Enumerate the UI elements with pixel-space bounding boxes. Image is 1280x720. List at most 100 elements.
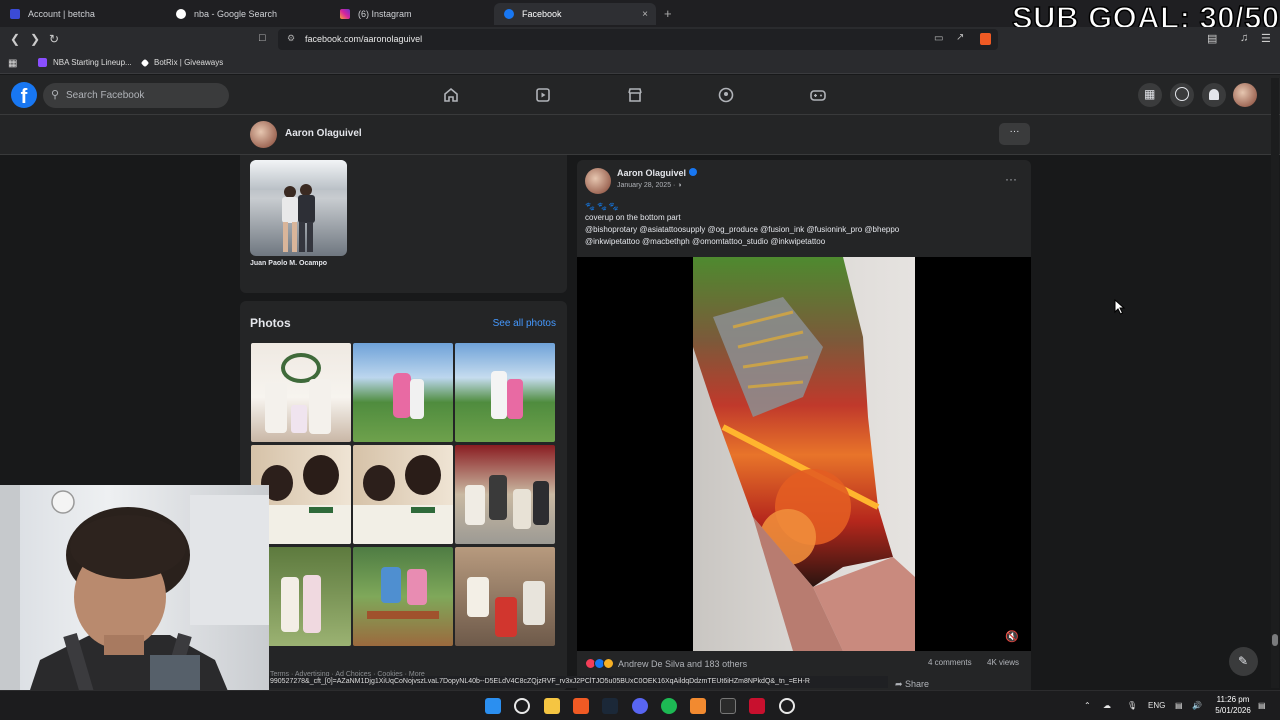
- bookmark-label: NBA Starting Lineup...: [53, 58, 132, 67]
- photo-thumbnail[interactable]: [455, 547, 555, 646]
- share-icon: ➦: [895, 679, 906, 689]
- see-all-photos-link[interactable]: See all photos: [493, 318, 556, 329]
- bookmark-favicon-icon: [38, 58, 47, 67]
- reload-icon[interactable]: ↻: [49, 32, 59, 46]
- photo-thumbnail[interactable]: [353, 547, 453, 646]
- cast-icon[interactable]: ▭: [934, 33, 943, 44]
- site-info-icon[interactable]: ⚙: [287, 33, 295, 44]
- home-icon[interactable]: [442, 86, 460, 104]
- steam-icon[interactable]: [602, 698, 618, 714]
- bookmark-label: BotRix | Giveaways: [154, 58, 224, 67]
- facebook-logo-icon[interactable]: f: [11, 82, 37, 108]
- share-label: Share: [905, 679, 930, 689]
- tab-betcha[interactable]: Account | betcha: [0, 3, 166, 25]
- tab-facebook[interactable]: Facebook ×: [494, 3, 656, 25]
- groups-icon[interactable]: [717, 86, 735, 104]
- brave-browser-icon[interactable]: [573, 698, 589, 714]
- profile-avatar[interactable]: [250, 121, 277, 148]
- post-card: Aaron Olaguivel January 28, 2025 · ◑ ···…: [577, 160, 1031, 700]
- post-text-line: coverup on the bottom part: [585, 213, 681, 222]
- friend-photo[interactable]: [250, 160, 347, 256]
- reactions-summary[interactable]: Andrew De Silva and 183 others: [585, 658, 747, 669]
- brave-shield-icon[interactable]: [980, 33, 991, 45]
- marketplace-icon[interactable]: [626, 86, 644, 104]
- discord-icon[interactable]: [632, 698, 648, 714]
- windows-start-icon[interactable]: [485, 698, 501, 714]
- terminal-icon[interactable]: [720, 698, 736, 714]
- page-scrollbar[interactable]: [1271, 78, 1279, 688]
- photo-thumbnail[interactable]: [455, 343, 555, 442]
- views-count: 4K views: [987, 658, 1020, 667]
- back-icon[interactable]: ❮: [10, 32, 20, 46]
- photo-thumbnail[interactable]: [251, 343, 351, 442]
- account-avatar[interactable]: [1233, 83, 1257, 107]
- bookmark-favicon-icon: [140, 58, 150, 67]
- new-tab-button[interactable]: +: [664, 6, 672, 21]
- volume-icon[interactable]: 🔊: [1192, 701, 1202, 710]
- menu-icon[interactable]: ☰: [1261, 32, 1271, 45]
- tab-label: Account | betcha: [28, 9, 95, 19]
- notifications-icon[interactable]: ▤: [1258, 701, 1266, 710]
- share-icon[interactable]: ↗: [956, 32, 964, 43]
- notifications-bell-icon[interactable]: [1202, 83, 1226, 107]
- spotify-icon[interactable]: [661, 698, 677, 714]
- forward-icon[interactable]: ❯: [30, 32, 40, 46]
- tab-google-search[interactable]: nba - Google Search: [166, 3, 332, 25]
- gaming-icon[interactable]: [809, 86, 827, 104]
- video-icon[interactable]: [534, 86, 552, 104]
- post-text-line[interactable]: @inkwipetattoo @macbethph @omomtattoo_st…: [585, 237, 825, 246]
- messenger-icon[interactable]: [1170, 83, 1194, 107]
- onedrive-icon[interactable]: ☁: [1103, 701, 1111, 710]
- link-status-bar: 990527278&_cft_[0]=AZaNM1Djg1XiUqCoNojvs…: [268, 676, 888, 688]
- comments-count[interactable]: 4 comments: [928, 658, 972, 667]
- post-author-name[interactable]: Aaron Olaguivel: [617, 168, 686, 178]
- post-video[interactable]: 🔇: [577, 257, 1031, 651]
- profile-sticky-bar: Aaron Olaguivel ···: [0, 115, 1280, 155]
- microphone-icon[interactable]: 🎙: [1127, 701, 1137, 710]
- facebook-header: f ⚲ Search Facebook ▦: [0, 75, 1280, 115]
- search-input[interactable]: ⚲ Search Facebook: [43, 83, 229, 108]
- taskbar-clock[interactable]: 11:26 pm 5/01/2026: [1210, 694, 1256, 716]
- photo-thumbnail[interactable]: [353, 343, 453, 442]
- menu-grid-icon[interactable]: ▦: [1138, 83, 1162, 107]
- post-emoji-line: 🐾🐾🐾: [585, 202, 621, 211]
- public-globe-icon: ◑: [677, 182, 682, 189]
- address-bar[interactable]: ⚙ facebook.com/aaronolaguivel ▭ ↗: [278, 29, 998, 50]
- bookmark-icon[interactable]: □: [259, 32, 266, 44]
- close-tab-icon[interactable]: ×: [642, 9, 648, 20]
- profile-more-button[interactable]: ···: [999, 123, 1030, 145]
- verified-badge-icon: [689, 168, 697, 176]
- share-button[interactable]: ➦ Share: [895, 679, 929, 690]
- mute-icon[interactable]: 🔇: [1005, 630, 1019, 643]
- streamer-webcam-image: [0, 485, 269, 720]
- app-circle-icon[interactable]: [779, 698, 795, 714]
- post-menu-button[interactable]: ···: [1005, 172, 1017, 186]
- friend-name[interactable]: Juan Paolo M. Ocampo: [250, 260, 327, 267]
- photo-thumbnail[interactable]: [353, 445, 453, 544]
- search-icon: ⚲: [51, 89, 60, 101]
- app-orange-icon[interactable]: [690, 698, 706, 714]
- x-app-icon[interactable]: [749, 698, 765, 714]
- network-icon[interactable]: ▤: [1175, 701, 1183, 710]
- post-date[interactable]: January 28, 2025 · ◑: [617, 182, 682, 189]
- scrollbar-thumb[interactable]: [1272, 634, 1278, 646]
- apps-grid-icon[interactable]: ▦: [8, 58, 17, 69]
- tab-instagram[interactable]: (6) Instagram: [330, 3, 496, 25]
- browser-toolbar: ❮ ❯ ↻ □ ⚙ facebook.com/aaronolaguivel ▭ …: [0, 27, 1280, 52]
- profile-name[interactable]: Aaron Olaguivel: [285, 128, 362, 139]
- tab-label: nba - Google Search: [194, 9, 278, 19]
- tray-overflow-icon[interactable]: ⌃: [1084, 701, 1091, 710]
- file-explorer-icon[interactable]: [544, 698, 560, 714]
- new-message-button[interactable]: ✎: [1229, 647, 1258, 676]
- media-icon[interactable]: ♫: [1240, 32, 1248, 44]
- photo-thumbnail[interactable]: [455, 445, 555, 544]
- language-indicator[interactable]: ENG: [1148, 701, 1165, 710]
- bookmark-botrix[interactable]: BotRix | Giveaways: [140, 58, 224, 67]
- search-icon[interactable]: [514, 698, 530, 714]
- bookmark-nba-lineup[interactable]: NBA Starting Lineup...: [38, 58, 132, 67]
- post-text-line[interactable]: @bishoprotary @asiatattoosupply @og_prod…: [585, 225, 899, 234]
- post-author-avatar[interactable]: [585, 168, 611, 194]
- betcha-icon: [10, 9, 20, 19]
- sidebar-icon[interactable]: ▤: [1207, 32, 1217, 45]
- tab-label: (6) Instagram: [358, 9, 412, 19]
